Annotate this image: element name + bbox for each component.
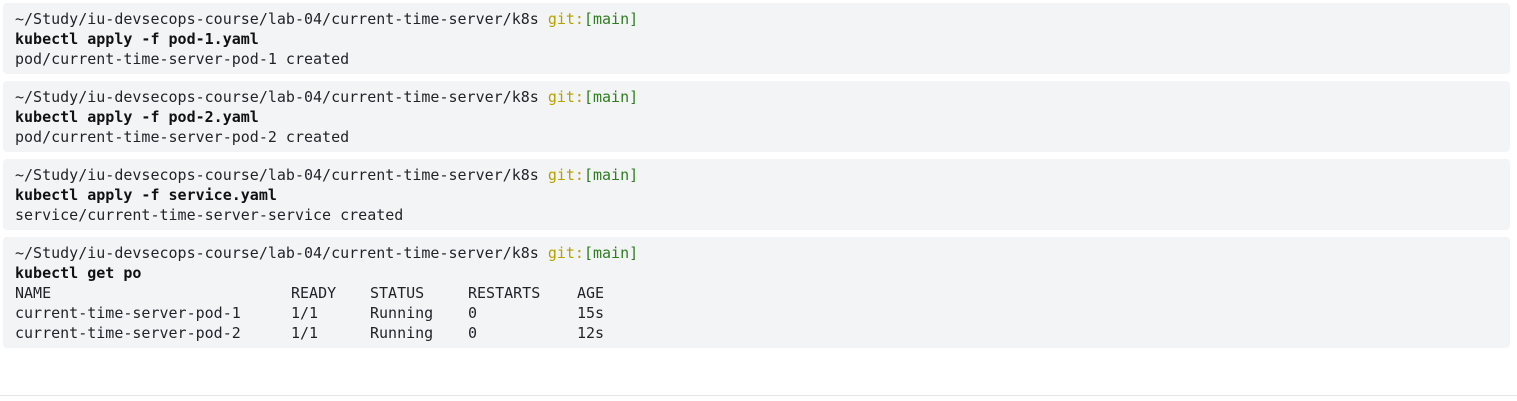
terminal-output: ~/Study/iu-devsecops-course/lab-04/curre… xyxy=(3,3,1510,355)
command-block-1: ~/Study/iu-devsecops-course/lab-04/curre… xyxy=(3,3,1510,74)
git-branch: [main] xyxy=(583,10,639,28)
command-block-2: ~/Study/iu-devsecops-course/lab-04/curre… xyxy=(3,81,1510,152)
pod-age: 15s xyxy=(577,304,605,322)
pod-restarts: 0 xyxy=(468,324,478,342)
command-text: kubectl apply -f pod-1.yaml xyxy=(15,30,259,48)
prompt-line: ~/Study/iu-devsecops-course/lab-04/curre… xyxy=(15,165,1498,185)
pod-status: Running xyxy=(370,304,434,322)
pod-ready: 1/1 xyxy=(291,324,319,342)
column-header-ready: READY xyxy=(291,284,337,302)
git-label: git: xyxy=(547,244,584,262)
pod-ready: 1/1 xyxy=(291,304,319,322)
command-output: pod/current-time-server-pod-1 created xyxy=(15,50,350,68)
prompt-path: ~/Study/iu-devsecops-course/lab-04/curre… xyxy=(15,10,539,28)
table-row: current-time-server-pod-2 1/1 Running 0 … xyxy=(15,323,1498,343)
command-block-3: ~/Study/iu-devsecops-course/lab-04/curre… xyxy=(3,159,1510,230)
prompt-line: ~/Study/iu-devsecops-course/lab-04/curre… xyxy=(15,87,1498,107)
git-branch: [main] xyxy=(583,244,639,262)
git-branch: [main] xyxy=(583,166,639,184)
command-text: kubectl get po xyxy=(15,264,142,282)
column-header-restarts: RESTARTS xyxy=(468,284,541,302)
prompt-line: ~/Study/iu-devsecops-course/lab-04/curre… xyxy=(15,243,1498,263)
prompt-path: ~/Study/iu-devsecops-course/lab-04/curre… xyxy=(15,166,539,184)
git-branch: [main] xyxy=(583,88,639,106)
table-row: current-time-server-pod-1 1/1 Running 0 … xyxy=(15,303,1498,323)
column-header-name: NAME xyxy=(15,284,52,302)
pod-name: current-time-server-pod-1 xyxy=(15,304,241,322)
pod-name: current-time-server-pod-2 xyxy=(15,324,241,342)
pod-status: Running xyxy=(370,324,434,342)
column-header-status: STATUS xyxy=(370,284,425,302)
prompt-path: ~/Study/iu-devsecops-course/lab-04/curre… xyxy=(15,244,539,262)
pod-age: 12s xyxy=(577,324,605,342)
git-label: git: xyxy=(547,166,584,184)
git-label: git: xyxy=(547,88,584,106)
pods-table-header: NAME READY STATUS RESTARTS AGE xyxy=(15,283,1498,303)
divider xyxy=(0,395,1517,396)
command-block-4: ~/Study/iu-devsecops-course/lab-04/curre… xyxy=(3,237,1510,348)
git-label: git: xyxy=(547,10,584,28)
prompt-line: ~/Study/iu-devsecops-course/lab-04/curre… xyxy=(15,9,1498,29)
command-text: kubectl apply -f service.yaml xyxy=(15,186,277,204)
command-output: service/current-time-server-service crea… xyxy=(15,206,404,224)
command-output: pod/current-time-server-pod-2 created xyxy=(15,128,350,146)
pod-restarts: 0 xyxy=(468,304,478,322)
command-text: kubectl apply -f pod-2.yaml xyxy=(15,108,259,126)
column-header-age: AGE xyxy=(577,284,605,302)
prompt-path: ~/Study/iu-devsecops-course/lab-04/curre… xyxy=(15,88,539,106)
